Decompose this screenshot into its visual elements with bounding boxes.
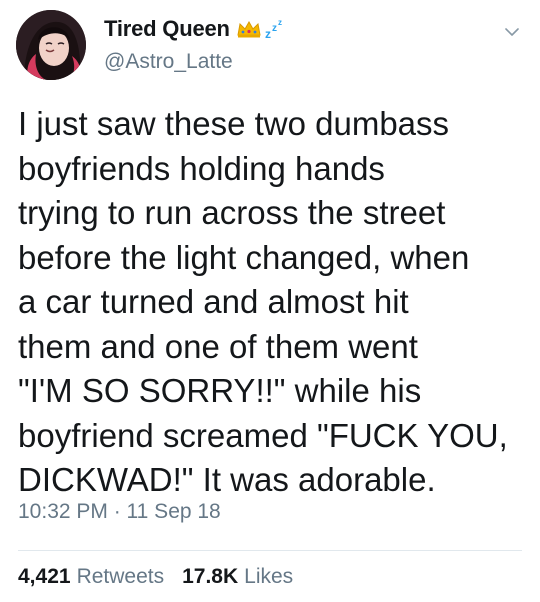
sleeping-zzz-icon: z z z [265,18,282,40]
likes-count: 17.8K [182,565,239,588]
retweets-label: Retweets [76,565,165,588]
divider [18,550,522,551]
retweets-count: 4,421 [18,565,71,588]
likes-stat[interactable]: 17.8K Likes [182,565,293,589]
svg-text:z: z [265,27,271,40]
display-name[interactable]: Tired Queen [104,16,230,42]
chevron-down-icon[interactable] [502,22,522,42]
svg-text:z: z [272,23,277,34]
author-name-row: Tired Queen z z z [104,12,286,46]
engagement-stats: 4,421 Retweets 17.8K Likes [18,565,311,589]
svg-text:z: z [278,18,282,27]
tweet-text: I just saw these two dumbass boyfriends … [18,105,508,498]
avatar-image [16,10,86,80]
likes-label: Likes [244,565,294,588]
crown-icon [237,20,261,38]
tweet-timestamp[interactable]: 10:32 PM · 11 Sep 18 [18,500,221,524]
tweet-card: Tired Queen z z z @Astro_Latte I just sa… [0,0,540,602]
retweets-stat[interactable]: 4,421 Retweets [18,565,164,589]
avatar[interactable] [16,10,86,80]
user-handle[interactable]: @Astro_Latte [104,50,233,74]
name-emoji-badges: z z z [236,18,286,40]
